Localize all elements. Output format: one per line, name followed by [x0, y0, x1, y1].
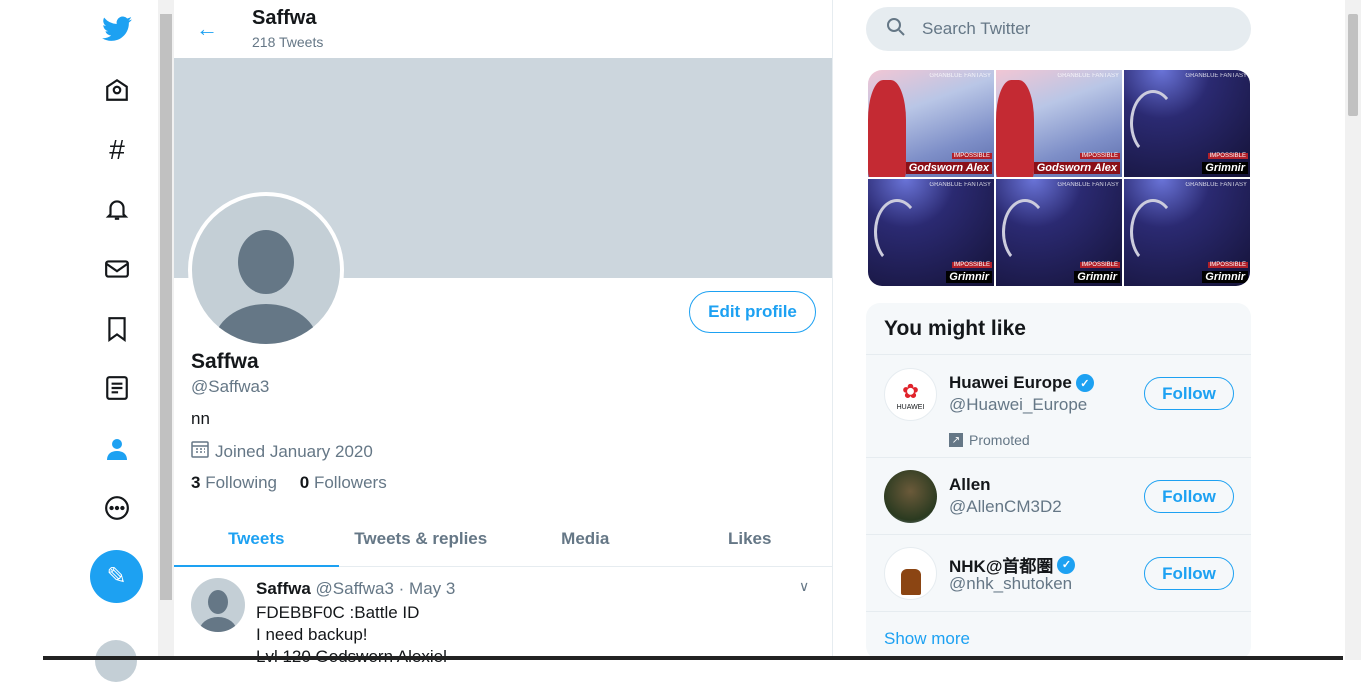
media-grid: GRANBLUE FANTASY IMPOSSIBLE Godsworn Alex G…	[868, 70, 1250, 286]
back-arrow-icon[interactable]: ←	[196, 16, 218, 42]
tab-media[interactable]: Media	[503, 512, 668, 566]
suggested-user[interactable]: Allen @AllenCM3D2 Follow	[866, 457, 1251, 534]
profile-column: ← Saffwa 218 Tweets Edit profile Saffwa …	[174, 0, 833, 666]
profile-user-icon[interactable]	[101, 433, 133, 465]
tweet-meta: Saffwa @Saffwa3 · May 3	[256, 579, 456, 598]
browser-scrollbar[interactable]	[1345, 0, 1361, 660]
promoted-arrow-icon: ↗	[949, 433, 963, 447]
promoted-label: ↗ Promoted	[949, 432, 1030, 448]
taskbar-edge	[43, 656, 1343, 660]
tweet[interactable]: Saffwa @Saffwa3 · May 3 ∨ FDEBBF0C :Batt…	[174, 568, 832, 666]
header-name: Saffwa	[252, 7, 317, 29]
search-icon	[886, 17, 906, 42]
suggested-user[interactable]: ✿ HUAWEI Huawei Europe ✓ @Huawei_Europe Fo…	[866, 354, 1251, 457]
quill-plus-icon: ✎	[106, 563, 127, 590]
account-avatar[interactable]	[95, 640, 137, 682]
profile-bio: nn	[191, 409, 210, 428]
game-watermark: GRANBLUE FANTASY	[1057, 73, 1119, 79]
followers-link[interactable]: 0 Followers	[300, 473, 387, 492]
media-thumbnail[interactable]: GRANBLUE FANTASY IMPOSSIBLE Grimnir	[868, 179, 994, 286]
media-thumbnail[interactable]: GRANBLUE FANTASY IMPOSSIBLE Grimnir	[1124, 70, 1250, 177]
tweet-count: 218 Tweets	[252, 34, 324, 50]
follow-button[interactable]: Follow	[1144, 557, 1234, 590]
media-thumbnail[interactable]: GRANBLUE FANTASY IMPOSSIBLE Godsworn Alex	[868, 70, 994, 177]
messages-mail-icon[interactable]	[101, 253, 133, 285]
huawei-logo: ✿ HUAWEI	[884, 368, 937, 421]
profile-header: ← Saffwa 218 Tweets	[174, 0, 832, 58]
game-watermark: GRANBLUE FANTASY	[1185, 182, 1247, 188]
calendar-icon	[191, 440, 209, 463]
wtf-title: You might like	[884, 317, 1026, 340]
verified-icon: ✓	[1075, 374, 1094, 392]
game-watermark: GRANBLUE FANTASY	[1185, 73, 1247, 79]
chevron-down-icon[interactable]: ∨	[799, 578, 809, 595]
media-thumbnail[interactable]: GRANBLUE FANTASY IMPOSSIBLE Godsworn Alex	[996, 70, 1122, 177]
media-thumbnail[interactable]: GRANBLUE FANTASY IMPOSSIBLE Grimnir	[996, 179, 1122, 286]
suggested-user[interactable]: NHK@首都圏 ✓ @nhk_shutoken Follow	[866, 534, 1251, 611]
media-thumbnail[interactable]: GRANBLUE FANTASY IMPOSSIBLE Grimnir	[1124, 179, 1250, 286]
compose-tweet-button[interactable]: ✎	[90, 550, 143, 603]
bookmarks-icon[interactable]	[101, 313, 133, 345]
game-watermark: GRANBLUE FANTASY	[929, 182, 991, 188]
follow-stats: 3 Following 0 Followers	[191, 473, 387, 493]
search-input[interactable]: Search Twitter	[866, 7, 1251, 51]
user-avatar	[884, 470, 937, 523]
sidebar-scrollbar[interactable]	[158, 0, 174, 660]
profile-handle: @Saffwa3	[191, 377, 270, 396]
profile-avatar[interactable]	[188, 192, 344, 348]
edit-profile-button[interactable]: Edit profile	[689, 291, 816, 333]
game-watermark: GRANBLUE FANTASY	[1057, 182, 1119, 188]
follow-button[interactable]: Follow	[1144, 480, 1234, 513]
home-icon[interactable]	[101, 74, 133, 106]
user-avatar	[884, 547, 937, 600]
profile-name: Saffwa	[191, 350, 259, 373]
show-more-link[interactable]: Show more	[884, 629, 970, 649]
tab-tweets-replies[interactable]: Tweets & replies	[339, 512, 504, 566]
raid-caption: IMPOSSIBLE Godsworn Alex	[905, 144, 992, 174]
raid-caption: IMPOSSIBLE Grimnir	[1074, 253, 1120, 283]
who-to-follow: You might like ✿ HUAWEI Huawei Europe ✓ @H…	[866, 303, 1251, 660]
verified-icon: ✓	[1057, 555, 1076, 574]
following-link[interactable]: 3 Following	[191, 473, 277, 492]
raid-caption: IMPOSSIBLE Godsworn Alex	[1033, 144, 1120, 174]
profile-tabs: Tweets Tweets & replies Media Likes	[174, 512, 832, 567]
tab-likes[interactable]: Likes	[668, 512, 833, 566]
more-options-icon[interactable]	[101, 492, 133, 524]
raid-caption: IMPOSSIBLE Grimnir	[1202, 253, 1248, 283]
notifications-bell-icon[interactable]	[101, 193, 133, 225]
explore-hashtag-icon[interactable]: #	[101, 134, 133, 166]
joined-date: Joined January 2020	[191, 440, 373, 463]
raid-caption: IMPOSSIBLE Grimnir	[946, 253, 992, 283]
sidebar-nav: # ✎	[0, 0, 158, 682]
twitter-logo-icon[interactable]	[101, 13, 133, 45]
follow-button[interactable]: Follow	[1144, 377, 1234, 410]
lists-icon[interactable]	[101, 372, 133, 404]
game-watermark: GRANBLUE FANTASY	[929, 73, 991, 79]
raid-caption: IMPOSSIBLE Grimnir	[1202, 144, 1248, 174]
tab-tweets[interactable]: Tweets	[174, 512, 339, 567]
tweet-avatar[interactable]	[191, 578, 245, 632]
